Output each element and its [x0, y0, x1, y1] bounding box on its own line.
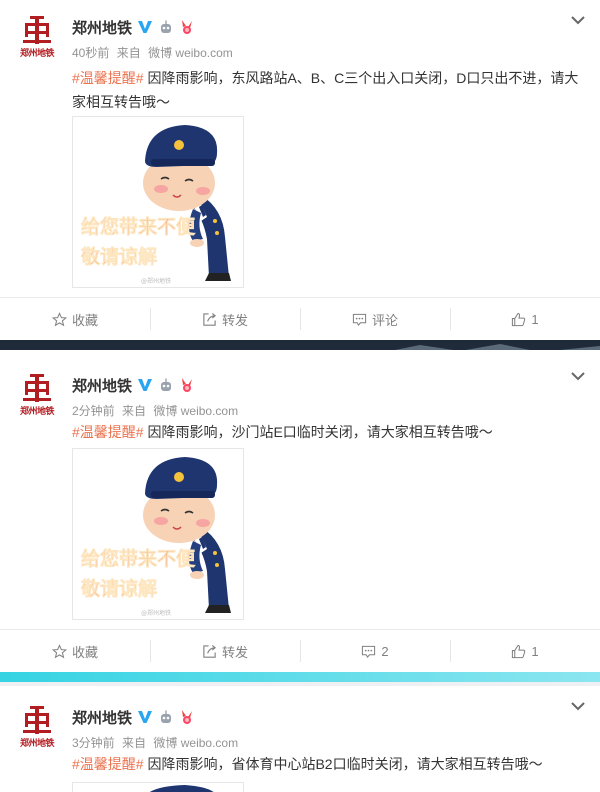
image-caption-line-2: 敬请谅解	[80, 577, 157, 600]
post-body: 因降雨影响，沙门站E口临时关闭，请大家相互转告哦～	[143, 424, 493, 440]
image-watermark: @郑州地铁	[141, 277, 171, 285]
star-icon	[51, 311, 67, 326]
action-bar: 收藏 转发 2 1	[0, 629, 600, 672]
chevron-down-icon[interactable]	[568, 366, 588, 386]
post-meta: 40秒前 来自 微博 weibo.com	[72, 44, 237, 61]
post-body: 因降雨影响，东风路站A、B、C三个出入口关闭，D口只出不进，请大家相互转告哦～	[72, 70, 579, 110]
avatar[interactable]: 郑州地铁	[14, 704, 60, 750]
like-icon	[512, 312, 526, 326]
post-meta: 3分钟前 来自 微博 weibo.com	[72, 734, 242, 751]
like-button[interactable]: 1	[450, 630, 600, 672]
chevron-down-icon[interactable]	[568, 10, 588, 30]
post-image[interactable]: 给您带来不便 敬请谅解 @郑州地铁	[72, 448, 244, 620]
comment-count: 2	[381, 643, 389, 659]
comment-label: 评论	[371, 312, 398, 328]
post-time[interactable]: 3分钟前	[72, 736, 115, 750]
post-card: 郑州地铁 郑州地铁 40秒前 来自 微博 weibo.com #温馨提醒# 因降…	[0, 0, 600, 340]
verified-v-icon	[138, 21, 153, 33]
logo-label: 郑州地铁	[19, 406, 55, 416]
post-time[interactable]: 40秒前	[72, 46, 109, 60]
favorite-button[interactable]: 收藏	[0, 298, 150, 340]
action-bar: 收藏 转发 评论 1	[0, 297, 600, 340]
verified-v-icon	[138, 711, 153, 723]
avatar[interactable]: 郑州地铁	[14, 372, 60, 418]
medal-icon	[182, 378, 193, 392]
post-meta: 2分钟前 来自 微博 weibo.com	[72, 402, 242, 419]
post-image[interactable]: 给您带来不便 敬请谅解 @郑州地铁	[72, 116, 244, 288]
post-text: #温馨提醒# 因降雨影响，沙门站E口临时关闭，请大家相互转告哦～	[72, 420, 584, 444]
topic-link[interactable]: #温馨提醒#	[72, 424, 144, 440]
bowing-officer-illustration: 给您带来不便 敬请谅解 @郑州地铁	[80, 457, 231, 617]
account-name[interactable]: 郑州地铁	[72, 707, 132, 728]
post-card: 郑州地铁 郑州地铁 3分钟前 来自 微博 weibo.com #温馨提醒# 因降…	[0, 686, 600, 792]
logo-label: 郑州地铁	[19, 738, 55, 748]
chevron-down-icon[interactable]	[568, 696, 588, 716]
post-image[interactable]	[72, 782, 244, 792]
robot-icon	[161, 378, 172, 391]
favorite-label: 收藏	[71, 644, 98, 660]
post-source[interactable]: 微博 weibo.com	[148, 46, 233, 60]
image-preview	[149, 785, 214, 792]
logo-icon	[23, 706, 51, 734]
repost-label: 转发	[221, 644, 248, 660]
like-icon	[512, 644, 526, 658]
account-name[interactable]: 郑州地铁	[72, 375, 132, 396]
favorite-label: 收藏	[71, 312, 98, 328]
robot-icon	[161, 20, 172, 33]
verified-v-icon	[138, 379, 153, 391]
comment-button[interactable]: 2	[300, 630, 450, 672]
like-count: 1	[531, 643, 539, 659]
post-time[interactable]: 2分钟前	[72, 404, 115, 418]
like-button[interactable]: 1	[450, 298, 600, 340]
comment-button[interactable]: 评论	[300, 298, 450, 340]
source-prefix: 来自	[122, 404, 147, 418]
post-source[interactable]: 微博 weibo.com	[153, 736, 238, 750]
post-text: #温馨提醒# 因降雨影响，省体育中心站B2口临时关闭，请大家相互转告哦～	[72, 752, 584, 776]
medal-icon	[182, 710, 193, 724]
source-prefix: 来自	[122, 736, 147, 750]
topic-link[interactable]: #温馨提醒#	[72, 70, 144, 86]
repost-label: 转发	[221, 312, 248, 328]
logo-icon	[23, 374, 51, 402]
logo-icon	[23, 16, 51, 44]
image-caption-line-1: 给您带来不便	[81, 547, 196, 570]
logo-label: 郑州地铁	[19, 48, 55, 58]
image-watermark: @郑州地铁	[141, 609, 171, 617]
favorite-button[interactable]: 收藏	[0, 630, 150, 672]
divider-banner	[0, 672, 600, 682]
comment-icon	[362, 645, 376, 658]
share-icon	[203, 644, 216, 658]
account-name[interactable]: 郑州地铁	[72, 17, 132, 38]
bowing-officer-illustration: 给您带来不便 敬请谅解 @郑州地铁	[80, 125, 231, 285]
source-prefix: 来自	[116, 46, 141, 60]
robot-icon	[161, 710, 172, 723]
post-source[interactable]: 微博 weibo.com	[153, 404, 238, 418]
topic-link[interactable]: #温馨提醒#	[72, 756, 144, 772]
star-icon	[51, 643, 67, 658]
share-icon	[203, 312, 216, 326]
medal-icon	[182, 20, 193, 34]
image-caption-line-2: 敬请谅解	[80, 245, 157, 268]
repost-button[interactable]: 转发	[150, 630, 300, 672]
like-count: 1	[531, 311, 539, 327]
comment-icon	[352, 313, 367, 326]
repost-button[interactable]: 转发	[150, 298, 300, 340]
divider-banner	[0, 340, 600, 350]
post-text: #温馨提醒# 因降雨影响，东风路站A、B、C三个出入口关闭，D口只出不进，请大家…	[72, 66, 584, 114]
image-caption-line-1: 给您带来不便	[81, 215, 196, 238]
post-card: 郑州地铁 郑州地铁 2分钟前 来自 微博 weibo.com #温馨提醒# 因降…	[0, 350, 600, 672]
avatar[interactable]: 郑州地铁	[14, 14, 60, 60]
post-body: 因降雨影响，省体育中心站B2口临时关闭，请大家相互转告哦～	[143, 756, 543, 772]
